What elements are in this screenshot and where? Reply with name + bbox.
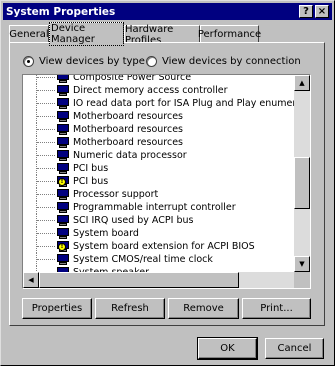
tab-device-manager[interactable]: Device Manager: [49, 21, 124, 46]
device-label: Motherboard resources: [73, 124, 183, 135]
device-list: Composite Power Source Direct memory acce…: [23, 74, 310, 279]
device-label: PCI bus: [73, 176, 109, 187]
tree-branch: [37, 207, 55, 208]
device-row[interactable]: Motherboard resources: [23, 136, 293, 149]
device-icon: [56, 111, 70, 122]
remove-button[interactable]: Remove: [168, 298, 239, 319]
print-button[interactable]: Print...: [242, 298, 311, 319]
device-label: SCI IRQ used by ACPI bus: [73, 215, 194, 226]
vertical-scroll-thumb[interactable]: [294, 157, 310, 209]
device-icon: [56, 98, 70, 109]
tree-branch: [37, 181, 55, 182]
tree-branch: [37, 194, 55, 195]
tree-branch: [37, 129, 55, 130]
device-row[interactable]: ! PCI bus: [23, 175, 293, 188]
cancel-button[interactable]: Cancel: [265, 338, 324, 359]
horizontal-scrollbar[interactable]: ◀ ▶: [23, 272, 310, 288]
tab-hardware-profiles[interactable]: Hardware Profiles: [124, 24, 200, 46]
scroll-left-icon[interactable]: ◀: [23, 272, 39, 288]
view-by-connection-radio[interactable]: View devices by connection: [146, 56, 301, 67]
device-tree[interactable]: Composite Power Source Direct memory acce…: [22, 74, 311, 289]
tab-general[interactable]: General: [9, 25, 49, 43]
device-label: Composite Power Source: [73, 74, 192, 83]
radio-unselected-icon: [146, 56, 157, 67]
device-icon: [56, 150, 70, 161]
tree-branch: [37, 103, 55, 104]
device-row[interactable]: SCI IRQ used by ACPI bus: [23, 214, 293, 227]
device-icon: [56, 254, 70, 265]
device-row[interactable]: Motherboard resources: [23, 110, 293, 123]
view-by-type-label: View devices by type: [39, 56, 145, 67]
system-properties-window: System Properties ? × General Device Man…: [0, 0, 335, 366]
device-label: Numeric data processor: [73, 150, 187, 161]
tree-line: [36, 75, 37, 84]
device-row[interactable]: Composite Power Source: [23, 74, 293, 84]
device-row[interactable]: PCI bus: [23, 162, 293, 175]
scroll-up-icon[interactable]: ▲: [294, 75, 310, 91]
view-by-connection-label: View devices by connection: [162, 56, 301, 67]
device-row[interactable]: Programmable interrupt controller: [23, 201, 293, 214]
device-icon: [56, 228, 70, 239]
device-icon: [56, 124, 70, 135]
refresh-button[interactable]: Refresh: [95, 298, 165, 319]
tree-branch: [37, 233, 55, 234]
radio-selected-icon: [23, 56, 34, 67]
device-label: System CMOS/real time clock: [73, 254, 213, 265]
ok-button[interactable]: OK: [197, 337, 258, 360]
tree-branch: [37, 155, 55, 156]
scroll-down-icon[interactable]: ▼: [294, 256, 310, 272]
tree-branch: [37, 116, 55, 117]
tree-branch: [37, 246, 55, 247]
device-row[interactable]: ! System board extension for ACPI BIOS: [23, 240, 293, 253]
title-bar[interactable]: System Properties ? ×: [3, 3, 332, 20]
tree-branch: [37, 77, 55, 78]
device-label: Motherboard resources: [73, 137, 183, 148]
device-icon: [56, 85, 70, 96]
device-row[interactable]: Motherboard resources: [23, 123, 293, 136]
properties-button[interactable]: Properties: [22, 298, 92, 319]
device-warning-icon: !: [56, 241, 70, 252]
device-row[interactable]: Processor support: [23, 188, 293, 201]
device-icon: [56, 189, 70, 200]
close-button[interactable]: ×: [315, 5, 329, 18]
view-by-type-radio[interactable]: View devices by type: [23, 56, 145, 67]
device-icon: [56, 137, 70, 148]
help-button[interactable]: ?: [299, 5, 313, 18]
horizontal-scroll-thumb[interactable]: [39, 272, 239, 288]
tab-performance[interactable]: Performance: [198, 25, 261, 43]
vertical-scrollbar[interactable]: ▲ ▼: [294, 75, 310, 272]
device-label: System board extension for ACPI BIOS: [73, 241, 255, 252]
device-label: Programmable interrupt controller: [73, 202, 236, 213]
device-row[interactable]: Numeric data processor: [23, 149, 293, 162]
device-label: Processor support: [73, 189, 159, 200]
tree-branch: [37, 259, 55, 260]
device-warning-icon: !: [56, 176, 70, 187]
device-row[interactable]: IO read data port for ISA Plug and Play …: [23, 97, 310, 110]
device-icon: [56, 215, 70, 226]
scrollbar-corner: [294, 272, 310, 288]
tree-branch: [37, 220, 55, 221]
device-icon: [56, 163, 70, 174]
tree-branch: [37, 168, 55, 169]
device-row[interactable]: System CMOS/real time clock: [23, 253, 293, 266]
device-row[interactable]: System board: [23, 227, 293, 240]
device-row[interactable]: Direct memory access controller: [23, 84, 293, 97]
device-icon: [56, 75, 70, 83]
device-label: System board: [73, 228, 139, 239]
device-label: Direct memory access controller: [73, 85, 228, 96]
tree-branch: [37, 142, 55, 143]
device-label: PCI bus: [73, 163, 109, 174]
tree-branch: [37, 90, 55, 91]
device-label: Motherboard resources: [73, 111, 183, 122]
window-title: System Properties: [6, 5, 116, 18]
device-icon: [56, 202, 70, 213]
device-label: IO read data port for ISA Plug and Play …: [73, 98, 311, 109]
